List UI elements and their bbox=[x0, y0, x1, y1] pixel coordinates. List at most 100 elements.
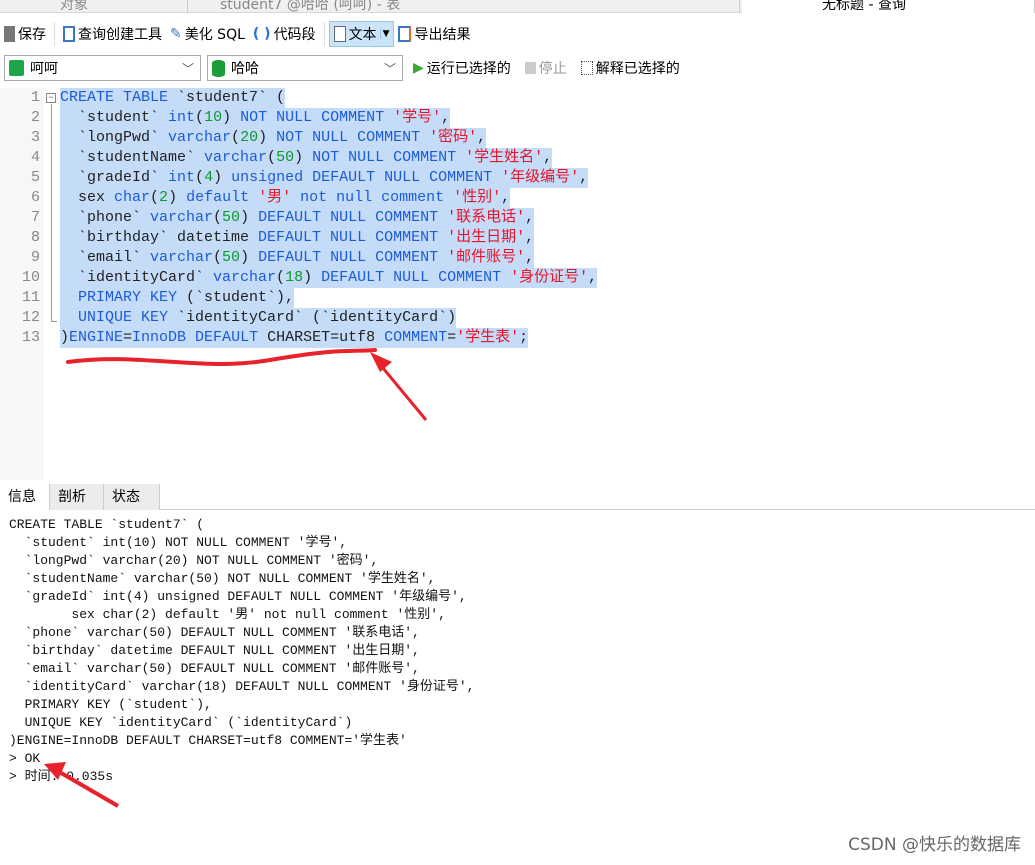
database-icon bbox=[212, 59, 225, 77]
export-label: 导出结果 bbox=[414, 27, 471, 43]
beautify-sql-button[interactable]: ✎ 美化 SQL bbox=[166, 22, 249, 46]
tab-profile[interactable]: 剖析 bbox=[50, 484, 104, 510]
dropdown-arrow-icon[interactable]: ▼ bbox=[379, 29, 389, 39]
text-token: sex bbox=[60, 189, 115, 206]
keyword-token: COMMENT bbox=[384, 329, 448, 346]
tab-objects[interactable]: 对象 bbox=[0, 0, 188, 13]
string-token: '密码' bbox=[429, 129, 478, 146]
code-line: PRIMARY KEY (`student`), bbox=[60, 288, 295, 308]
tab-table-student7[interactable]: student7 @哈哈 (呵呵) - 表 bbox=[190, 0, 740, 13]
text-mode-label: 文本 bbox=[348, 27, 377, 43]
text-token: ( bbox=[267, 149, 277, 166]
text-token: ) bbox=[213, 169, 232, 186]
line-number: 10 bbox=[21, 269, 40, 286]
line-number: 6 bbox=[30, 189, 40, 206]
text-token: ) bbox=[168, 189, 187, 206]
keyword-token: varchar bbox=[204, 149, 268, 166]
output-line: `studentName` varchar(50) NOT NULL COMME… bbox=[9, 571, 436, 586]
sql-editor[interactable]: 1 2 3 4 5 6 7 8 9 10 11 12 13 − CREATE TABLE `studen… bbox=[0, 88, 1035, 480]
explain-selected-label: 解释已选择的 bbox=[595, 61, 680, 77]
play-icon: ▶ bbox=[413, 60, 424, 76]
string-token: '出生日期' bbox=[447, 229, 526, 246]
output-line: PRIMARY KEY (`student`), bbox=[9, 697, 212, 712]
connection-select[interactable]: 呵呵 ﹀ bbox=[4, 55, 201, 81]
output-line: `identityCard` varchar(18) DEFAULT NULL … bbox=[9, 679, 475, 694]
text-token: `gradeId` bbox=[60, 169, 169, 186]
text-token: `longPwd` bbox=[60, 129, 169, 146]
query-builder-icon bbox=[63, 26, 75, 42]
keyword-token: varchar bbox=[168, 129, 232, 146]
mysql-icon bbox=[9, 60, 24, 76]
explain-icon bbox=[580, 61, 593, 75]
text-token: ) bbox=[240, 249, 259, 266]
keyword-token: PRIMARY KEY bbox=[60, 289, 187, 306]
save-button[interactable]: 保存 bbox=[0, 22, 50, 46]
text-token: ) bbox=[240, 209, 259, 226]
divider bbox=[323, 22, 325, 46]
text-token: `birthday` datetime bbox=[60, 229, 259, 246]
text-token: `identityCard` bbox=[60, 269, 214, 286]
save-icon bbox=[4, 26, 15, 42]
snippet-button[interactable]: ( ) 代码段 bbox=[249, 22, 320, 46]
text-token: (`student`), bbox=[186, 289, 295, 306]
code-line: `studentName` varchar(50) NOT NULL COMME… bbox=[60, 148, 553, 168]
keyword-token: default bbox=[186, 189, 259, 206]
text-token: , bbox=[501, 189, 511, 206]
divider bbox=[54, 22, 55, 46]
connection-bar: 呵呵 ﹀ 哈哈 ﹀ ▶ 运行已选择的 停止 解释已选择的 bbox=[0, 54, 684, 82]
text-token: CHARSET=utf8 bbox=[267, 329, 385, 346]
number-token: 18 bbox=[285, 269, 304, 286]
line-number: 13 bbox=[21, 329, 40, 346]
text-token: , bbox=[543, 149, 553, 166]
string-token: '性别' bbox=[453, 189, 502, 206]
code-line: )ENGINE=InnoDB DEFAULT CHARSET=utf8 COMM… bbox=[60, 328, 529, 348]
run-selected-label: 运行已选择的 bbox=[426, 61, 511, 77]
line-number-gutter: 1 2 3 4 5 6 7 8 9 10 11 12 13 bbox=[0, 88, 44, 480]
text-mode-button[interactable]: 文本 ▼ bbox=[328, 21, 395, 47]
output-line: `gradeId` int(4) unsigned DEFAULT NULL C… bbox=[9, 589, 467, 604]
explain-selected-button[interactable]: 解释已选择的 bbox=[577, 56, 684, 80]
code-line: UNIQUE KEY `identityCard` (`identityCard… bbox=[60, 308, 457, 328]
text-token: ) bbox=[294, 149, 313, 166]
output-line: > OK bbox=[9, 751, 41, 766]
text-token: = bbox=[123, 329, 133, 346]
string-token: '学号' bbox=[393, 109, 442, 126]
query-builder-button[interactable]: 查询创建工具 bbox=[59, 22, 166, 46]
run-selected-button[interactable]: ▶ 运行已选择的 bbox=[409, 56, 515, 80]
export-results-button[interactable]: 导出结果 bbox=[394, 22, 474, 46]
code-line: `longPwd` varchar(20) NOT NULL COMMENT '… bbox=[60, 128, 487, 148]
keyword-token: DEFAULT NULL COMMENT bbox=[258, 229, 448, 246]
code-line: CREATE TABLE `student7` ( bbox=[60, 88, 286, 108]
string-token: '联系电话' bbox=[447, 209, 526, 226]
text-token: , bbox=[477, 129, 487, 146]
keyword-token: varchar bbox=[213, 269, 277, 286]
line-number: 8 bbox=[30, 229, 40, 246]
line-number: 3 bbox=[30, 129, 40, 146]
database-select[interactable]: 哈哈 ﹀ bbox=[207, 55, 403, 81]
tab-status[interactable]: 状态 bbox=[104, 484, 160, 510]
number-token: 50 bbox=[276, 149, 295, 166]
string-token: '身份证号' bbox=[510, 269, 589, 286]
keyword-token: NOT NULL COMMENT bbox=[240, 109, 394, 126]
stop-button[interactable]: 停止 bbox=[521, 56, 571, 80]
stop-label: 停止 bbox=[538, 61, 567, 77]
tab-untitled-query[interactable]: 无标题 - 查询 bbox=[742, 0, 1035, 13]
keyword-token: unsigned DEFAULT NULL COMMENT bbox=[231, 169, 502, 186]
text-token: , bbox=[579, 169, 589, 186]
text-token: , bbox=[525, 229, 535, 246]
tab-info[interactable]: 信息 bbox=[0, 484, 50, 510]
string-token: '学生姓名' bbox=[465, 149, 544, 166]
text-token: ( bbox=[213, 209, 223, 226]
chevron-down-icon: ﹀ bbox=[383, 62, 396, 76]
stop-icon bbox=[524, 62, 536, 74]
result-tabs: 信息 剖析 状态 bbox=[0, 484, 1035, 510]
save-label: 保存 bbox=[18, 27, 46, 43]
fold-guide bbox=[51, 104, 52, 322]
text-token: , bbox=[441, 109, 451, 126]
fold-toggle-icon[interactable]: − bbox=[46, 93, 56, 103]
text-token: = bbox=[447, 329, 457, 346]
output-line: UNIQUE KEY `identityCard` (`identityCard… bbox=[9, 715, 353, 730]
text-token: ( bbox=[213, 249, 223, 266]
text-token: ( bbox=[276, 269, 286, 286]
code-line: `student` int(10) NOT NULL COMMENT '学号', bbox=[60, 108, 451, 128]
